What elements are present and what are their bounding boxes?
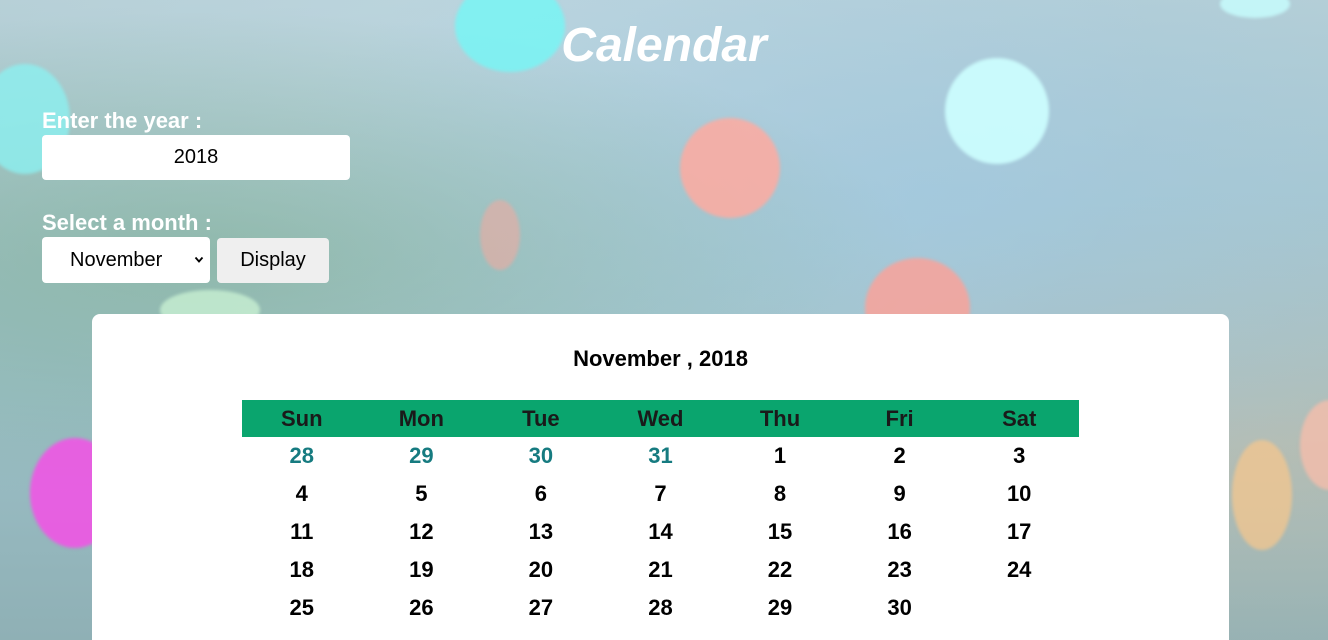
week-row: 18 19 20 21 22 23 24: [242, 551, 1079, 589]
day-cell: 26: [409, 595, 434, 620]
month-select[interactable]: November: [42, 237, 210, 283]
bokeh-light: [480, 200, 520, 270]
day-cell: 16: [887, 519, 912, 544]
week-row: 11 12 13 14 15 16 17: [242, 513, 1079, 551]
weekday-header: Wed: [600, 400, 721, 437]
day-cell: 14: [648, 519, 673, 544]
week-row: 28 29 30 31 1 2 3: [242, 437, 1079, 475]
bokeh-light: [1220, 0, 1290, 18]
day-cell: 18: [289, 557, 315, 582]
day-cell: 24: [1006, 557, 1032, 582]
day-cell: 11: [290, 519, 314, 544]
day-cell: 17: [1006, 519, 1032, 544]
weekday-header: Mon: [361, 400, 482, 437]
day-cell: 8: [773, 481, 787, 506]
month-label: Select a month :: [42, 210, 212, 235]
weekday-header: Fri: [839, 400, 960, 437]
day-cell: 28: [648, 595, 673, 620]
day-cell: 20: [528, 557, 554, 582]
month-selected-value: November: [70, 249, 163, 271]
day-cell: 1: [773, 443, 787, 468]
calendar-grid: Sun Mon Tue Wed Thu Fri Sat 28 29 30 31 …: [242, 400, 1079, 627]
day-cell: 7: [654, 481, 667, 506]
day-cell-prev-month: 28: [289, 443, 315, 468]
day-cell: 3: [1013, 443, 1026, 468]
day-cell: 19: [409, 557, 434, 582]
day-cell: 12: [409, 519, 434, 544]
weekday-header-row: Sun Mon Tue Wed Thu Fri Sat: [242, 400, 1079, 437]
day-cell: 6: [534, 481, 548, 506]
day-cell-prev-month: 29: [409, 443, 434, 468]
calendar-card: November , 2018 Sun Mon Tue Wed Thu Fri …: [92, 314, 1229, 640]
day-cell: 21: [648, 557, 673, 582]
weekday-header: Sun: [242, 400, 362, 437]
year-input[interactable]: [42, 135, 350, 180]
bokeh-light: [1232, 440, 1292, 550]
day-cell: 30: [887, 595, 912, 620]
day-cell: 23: [887, 557, 912, 582]
day-cell: 27: [528, 595, 554, 620]
bokeh-light: [1300, 400, 1328, 490]
week-row: 4 5 6 7 8 9 10: [242, 475, 1079, 513]
weekday-header: Sat: [959, 400, 1079, 437]
day-cell: 10: [1006, 481, 1032, 506]
calendar-heading: November , 2018: [573, 346, 748, 371]
day-cell-prev-month: 31: [648, 443, 673, 468]
day-cell: 5: [415, 481, 428, 506]
day-cell: 9: [893, 481, 906, 506]
weekday-header: Tue: [481, 400, 601, 437]
year-label: Enter the year :: [42, 108, 203, 133]
day-cell: [959, 589, 1079, 627]
day-cell: 22: [767, 557, 793, 582]
day-cell: 13: [528, 519, 554, 544]
display-button[interactable]: Display: [217, 238, 329, 283]
week-row: 25 26 27 28 29 30: [242, 589, 1079, 627]
day-cell: 2: [893, 443, 906, 468]
day-cell: 4: [295, 481, 308, 506]
page-title: Calendar: [561, 19, 767, 72]
chevron-down-icon: [194, 251, 204, 274]
day-cell: 25: [289, 595, 315, 620]
bokeh-light: [680, 118, 780, 218]
day-cell-prev-month: 30: [528, 443, 554, 468]
day-cell: 29: [767, 595, 793, 620]
day-cell: 15: [767, 519, 793, 544]
bokeh-light: [945, 58, 1049, 164]
weekday-header: Thu: [720, 400, 840, 437]
